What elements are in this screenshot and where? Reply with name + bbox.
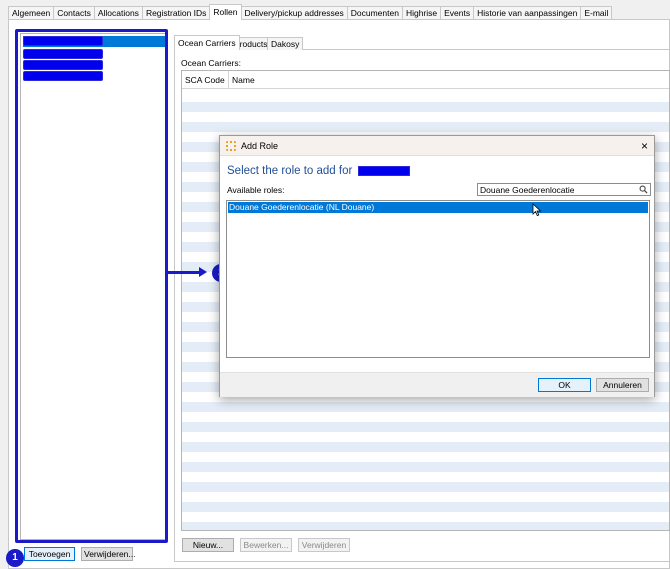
dialog-heading: Select the role to add for	[227, 165, 409, 177]
tab-registration-ids[interactable]: Registration IDs	[141, 6, 211, 20]
tab-delivery-pickup-addresses[interactable]: Delivery/pickup addresses	[240, 6, 348, 20]
redacted-role-3[interactable]	[24, 61, 102, 69]
available-roles-list[interactable]: Douane Goederenlocatie (NL Douane)	[226, 200, 650, 358]
redacted-role-4[interactable]	[24, 72, 102, 80]
nieuw-button[interactable]: Nieuw...	[182, 538, 234, 552]
grid-header: SCA Code Name	[182, 71, 669, 89]
ocean-carriers-label: Ocean Carriers:	[181, 58, 241, 68]
tab-rollen[interactable]: Rollen	[209, 4, 242, 20]
verwijderen-carrier-button: Verwijderen	[298, 538, 350, 552]
dialog-heading-text: Select the role to add for	[227, 165, 353, 177]
tab-algemeen[interactable]: Algemeen	[8, 6, 55, 20]
redacted-role-1[interactable]	[24, 37, 102, 45]
tab-ocean-carriers[interactable]: Ocean Carriers	[174, 35, 240, 50]
role-search-input[interactable]	[480, 184, 638, 195]
role-search-box[interactable]	[477, 183, 651, 196]
tab-dakosy[interactable]: Dakosy	[267, 37, 304, 50]
dialog-title-bar[interactable]: Add Role ×	[220, 136, 654, 156]
tab-e-mail[interactable]: E-mail	[580, 6, 613, 20]
redacted-role-2[interactable]	[24, 50, 102, 58]
toevoegen-button[interactable]: Toevoegen	[24, 547, 75, 561]
add-role-dialog: Add Role × Select the role to add for Av…	[219, 135, 655, 397]
role-item-douane-goederenlocatie[interactable]: Douane Goederenlocatie (NL Douane)	[228, 202, 648, 213]
annotation-arrow-head	[199, 267, 207, 277]
annuleren-button[interactable]: Annuleren	[596, 378, 649, 392]
dialog-title: Add Role	[241, 141, 279, 151]
redacted-name	[358, 166, 409, 175]
roles-list[interactable]	[20, 33, 168, 540]
column-header-name[interactable]: Name	[229, 71, 669, 89]
column-header-sca-code[interactable]: SCA Code	[182, 71, 229, 89]
bewerken-button: Bewerken...	[240, 538, 292, 552]
mouse-cursor-icon	[532, 203, 542, 217]
close-icon[interactable]: ×	[641, 136, 648, 156]
available-roles-label: Available roles:	[227, 185, 285, 195]
search-icon[interactable]	[639, 185, 648, 194]
main-tab-strip: Algemeen Contacts Allocations Registrati…	[8, 4, 613, 20]
tab-contacts[interactable]: Contacts	[53, 6, 95, 20]
tab-historie-van-aanpassingen[interactable]: Historie van aanpassingen	[473, 6, 582, 20]
dialog-footer: OK Annuleren	[220, 372, 654, 397]
annotation-badge-1: 1	[6, 549, 24, 567]
verwijderen-button[interactable]: Verwijderen...	[81, 547, 136, 561]
tab-documenten[interactable]: Documenten	[346, 6, 403, 20]
tab-allocations[interactable]: Allocations	[93, 6, 143, 20]
annotation-arrow-line	[168, 271, 201, 274]
tab-events[interactable]: Events	[440, 6, 475, 20]
tab-highrise[interactable]: Highrise	[401, 6, 442, 20]
ok-button[interactable]: OK	[538, 378, 591, 392]
app-icon	[226, 141, 236, 151]
